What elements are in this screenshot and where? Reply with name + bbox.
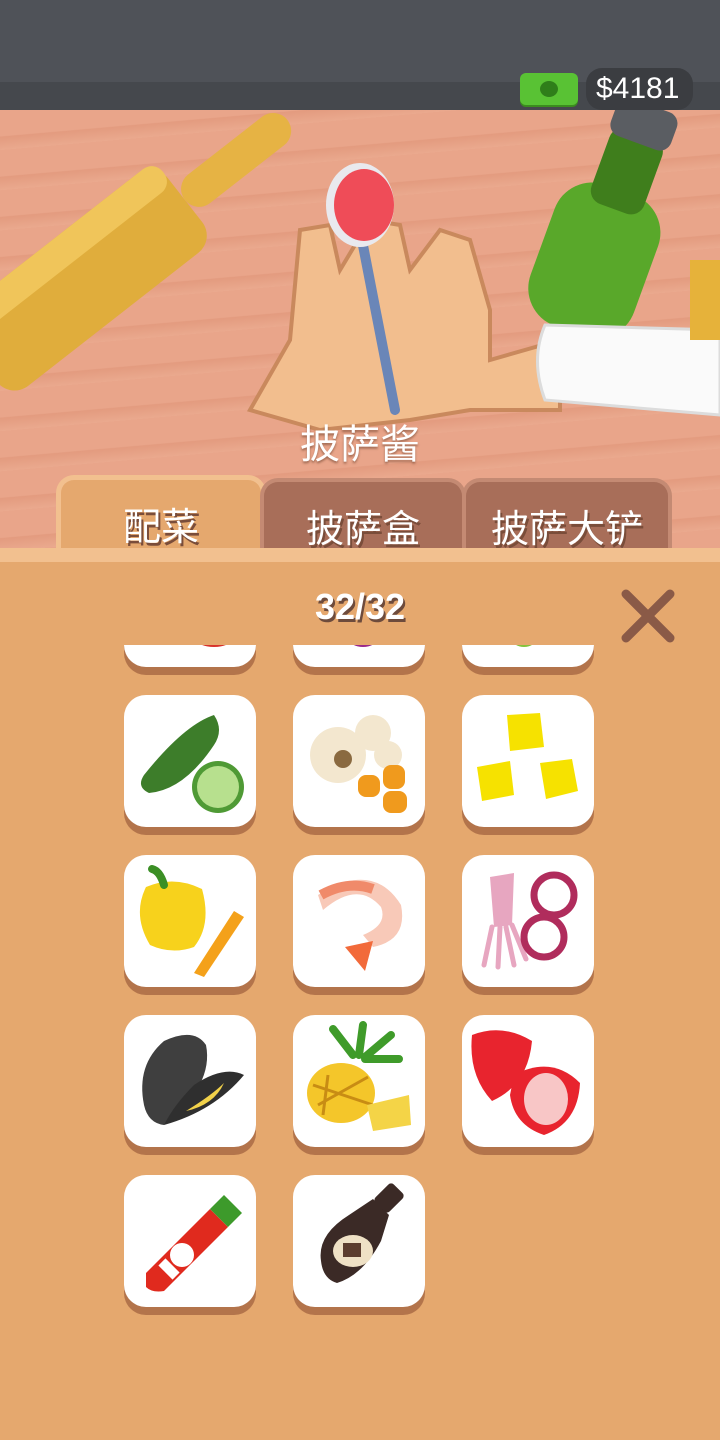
mussel-icon xyxy=(142,1034,244,1125)
rolling-pin-icon xyxy=(0,112,292,391)
item-counter: 32/32 xyxy=(314,586,406,627)
topping-tile-partial[interactable] xyxy=(124,645,256,667)
strawberry-icon xyxy=(471,1030,580,1135)
pineapple-icon xyxy=(307,1021,411,1131)
shrimp-icon xyxy=(318,879,403,971)
close-button[interactable] xyxy=(616,584,680,648)
topping-tile[interactable] xyxy=(124,1175,256,1307)
topping-tile[interactable] xyxy=(124,1015,256,1147)
yellow-pepper-icon xyxy=(139,865,244,977)
cucumber-zucchini-icon xyxy=(140,715,244,813)
topping-tile-partial[interactable] xyxy=(462,645,594,667)
topping-tile[interactable] xyxy=(293,695,425,827)
mushroom-carrot-icon xyxy=(310,715,407,813)
topping-tile[interactable] xyxy=(462,1015,594,1147)
cash-icon xyxy=(520,73,578,105)
panel-edge xyxy=(0,548,720,562)
hot-sauce-icon xyxy=(146,1195,242,1292)
cheese-block-icon xyxy=(690,260,720,340)
topping-tile[interactable] xyxy=(293,1175,425,1307)
toppings-grid xyxy=(0,645,720,1440)
chocolate-syrup-icon xyxy=(320,1183,404,1283)
current-item-label: 披萨酱 xyxy=(300,422,420,468)
topping-tile[interactable] xyxy=(462,695,594,827)
topping-tile[interactable] xyxy=(124,855,256,987)
money-display: $4181 xyxy=(520,68,694,110)
topping-tile[interactable] xyxy=(462,855,594,987)
corn-kernels-icon xyxy=(477,713,578,801)
topping-tile-partial[interactable] xyxy=(293,645,425,667)
topping-tile[interactable] xyxy=(293,855,425,987)
money-amount: $4181 xyxy=(586,68,694,110)
squid-onion-icon xyxy=(481,871,578,970)
oil-bottle-icon xyxy=(528,110,678,339)
close-icon xyxy=(621,589,675,643)
topping-tile[interactable] xyxy=(124,695,256,827)
hand-icon xyxy=(246,217,562,433)
topping-tile[interactable] xyxy=(293,1015,425,1147)
